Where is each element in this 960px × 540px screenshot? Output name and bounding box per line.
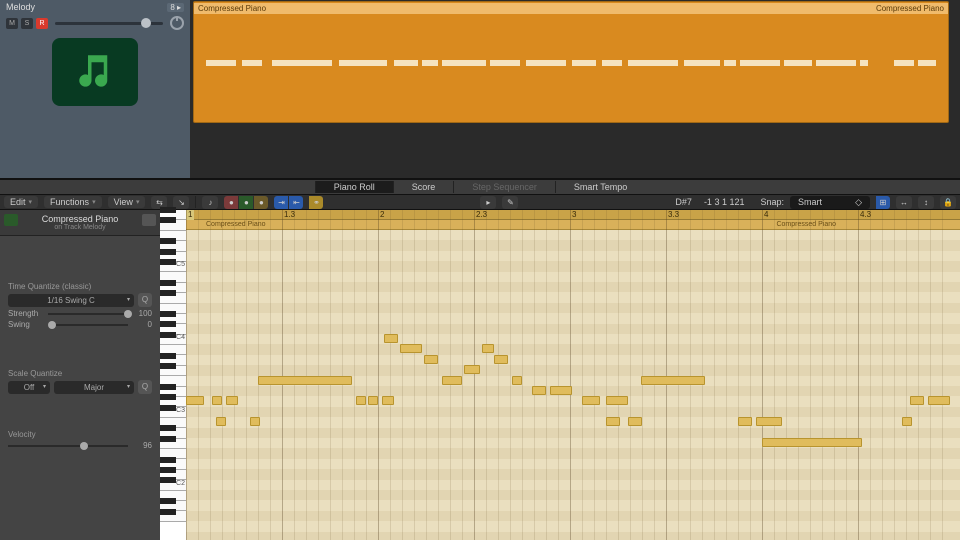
midi-note[interactable] [606, 396, 628, 405]
midi-note[interactable] [384, 334, 398, 343]
mute-button[interactable]: M [6, 18, 18, 29]
strength-label: Strength [8, 309, 44, 318]
note-info: D#7 [675, 197, 692, 207]
music-note-icon [74, 50, 116, 95]
midi-note[interactable] [400, 344, 422, 353]
volume-slider[interactable] [55, 22, 163, 25]
midi-note[interactable] [186, 396, 204, 405]
midi-out-icon[interactable]: ● [224, 196, 238, 209]
midi-note[interactable] [258, 376, 352, 385]
pan-knob[interactable] [170, 16, 184, 30]
bar-ruler[interactable]: 11.322.333.344.3 [186, 210, 960, 220]
strip-region-a: Compressed Piano [202, 220, 270, 229]
swing-slider[interactable] [48, 324, 128, 326]
solo-button[interactable]: S [21, 18, 33, 29]
link-group: ⇥ ⇤ [274, 196, 303, 209]
midi-note[interactable] [550, 386, 572, 395]
midi-note[interactable] [582, 396, 600, 405]
quantize-value-selector[interactable]: 1/16 Swing C [8, 294, 134, 307]
midi-note[interactable] [356, 396, 366, 405]
strength-value: 100 [132, 309, 152, 318]
collapse-icon[interactable]: ⇥ [274, 196, 288, 209]
record-enable-button[interactable]: R [36, 18, 48, 29]
inspector-track-name: on Track Melody [4, 224, 156, 231]
midi-note[interactable] [641, 376, 705, 385]
midi-note[interactable] [226, 396, 238, 405]
scale-type-selector[interactable]: Major [54, 381, 134, 394]
strength-slider[interactable] [48, 313, 128, 315]
position-info: -1 3 1 121 [704, 197, 745, 207]
tab-smart-tempo[interactable]: Smart Tempo [555, 181, 645, 193]
pencil-tool-icon[interactable]: ✎ [502, 196, 518, 209]
automation-group: ● ● ● [224, 196, 268, 209]
velocity-label: Velocity [8, 430, 152, 439]
midi-note[interactable] [368, 396, 378, 405]
list-view-icon[interactable] [142, 214, 156, 226]
midi-note[interactable] [762, 438, 862, 447]
editor-tab-bar: Piano Roll Score Step Sequencer Smart Te… [0, 180, 960, 194]
zoom-v-icon[interactable]: ↕ [918, 196, 934, 209]
cycle-icon[interactable]: ● [254, 196, 268, 209]
midi-note[interactable] [628, 417, 642, 426]
midi-note[interactable] [606, 417, 620, 426]
snap-label: Snap: [760, 197, 784, 207]
midi-note[interactable] [250, 417, 260, 426]
velocity-slider[interactable] [8, 445, 128, 447]
lock-icon[interactable]: 🔒 [940, 196, 956, 209]
swing-label: Swing [8, 320, 44, 329]
midi-note[interactable] [532, 386, 546, 395]
instrument-icon[interactable] [52, 38, 138, 106]
functions-menu[interactable]: Functions [44, 196, 102, 208]
midi-note[interactable] [216, 417, 226, 426]
link-icon[interactable]: ⚭ [309, 196, 323, 209]
time-quantize-label: Time Quantize (classic) [8, 282, 152, 291]
midi-note[interactable] [442, 376, 462, 385]
inspector-region-name: Compressed Piano [4, 214, 156, 224]
pointer-tool-icon[interactable]: ▸ [480, 196, 496, 209]
midi-note[interactable] [382, 396, 394, 405]
scale-enable-selector[interactable]: Off [8, 381, 50, 394]
midi-note[interactable] [512, 376, 522, 385]
scale-quantize-button[interactable]: Q [138, 380, 152, 394]
piano-keyboard[interactable]: C5C4C3C2 [160, 210, 186, 540]
velocity-value: 96 [132, 441, 152, 450]
quantize-button[interactable]: Q [138, 293, 152, 307]
midi-in-icon[interactable]: ♪ [202, 196, 218, 209]
track-input-selector[interactable]: 8 ▸ [167, 3, 184, 12]
arrange-area[interactable]: Compressed Piano Compressed Piano [190, 0, 960, 178]
tab-score[interactable]: Score [393, 181, 454, 193]
tab-step-sequencer[interactable]: Step Sequencer [453, 181, 555, 193]
piano-roll-toolbar: Edit Functions View ⇆ ↘ ♪ ● ● ● ⇥ ⇤ ⚭ ▸ … [0, 194, 960, 210]
bounce-icon[interactable]: ● [239, 196, 253, 209]
midi-note[interactable] [212, 396, 222, 405]
track-header[interactable]: 2 Melody 8 ▸ M S R [0, 0, 190, 178]
midi-note[interactable] [756, 417, 782, 426]
track-name[interactable]: Melody [6, 2, 163, 12]
zoom-h-icon[interactable]: ↔ [896, 196, 912, 209]
strip-region-b: Compressed Piano [772, 220, 840, 229]
edit-menu[interactable]: Edit [4, 196, 38, 208]
view-menu[interactable]: View [108, 196, 146, 208]
snap-mode-icon[interactable]: ⊞ [876, 196, 890, 209]
midi-note[interactable] [902, 417, 912, 426]
snap-selector[interactable]: Smart◇ [790, 196, 870, 209]
region-title-right: Compressed Piano [876, 4, 944, 13]
midi-note[interactable] [482, 344, 494, 353]
midi-note[interactable] [928, 396, 950, 405]
region-strip: Compressed Piano Compressed Piano [186, 220, 960, 230]
region-title-left: Compressed Piano [198, 4, 266, 13]
midi-note[interactable] [910, 396, 924, 405]
midi-note[interactable] [494, 355, 508, 364]
expand-icon[interactable]: ⇤ [289, 196, 303, 209]
midi-note[interactable] [738, 417, 752, 426]
region-icon[interactable] [4, 214, 18, 226]
scale-quantize-label: Scale Quantize [8, 369, 152, 378]
midi-region[interactable]: Compressed Piano Compressed Piano [193, 1, 949, 123]
swing-value: 0 [132, 320, 152, 329]
tab-piano-roll[interactable]: Piano Roll [315, 181, 393, 193]
region-inspector: Compressed Piano on Track Melody Time Qu… [0, 210, 160, 540]
midi-note[interactable] [464, 365, 480, 374]
midi-note[interactable] [424, 355, 438, 364]
piano-roll-grid[interactable]: 11.322.333.344.3 Compressed Piano Compre… [186, 210, 960, 540]
